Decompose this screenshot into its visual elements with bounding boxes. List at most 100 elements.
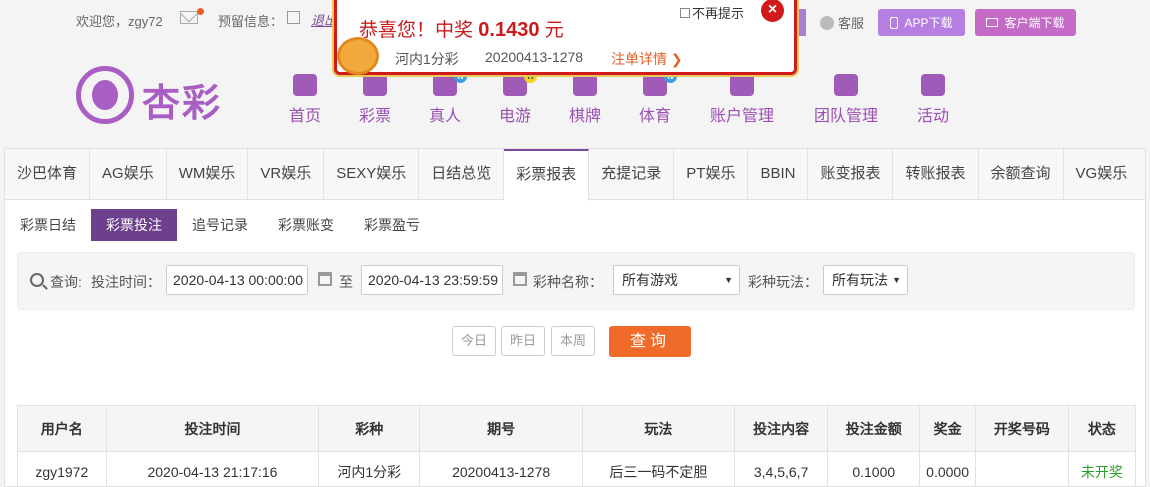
nav-item-sports[interactable]: N 体育 xyxy=(633,70,677,126)
nav-item-egame[interactable]: H 电游 xyxy=(493,70,537,126)
subtab-lottery-daily[interactable]: 彩票日结 xyxy=(5,209,91,241)
home-icon xyxy=(293,74,317,96)
content-panel: 沙巴体育 AG娱乐 WM娱乐 VR娱乐 SEXY娱乐 日结总览 彩票报表 充提记… xyxy=(4,148,1146,487)
subtab-lottery-bets[interactable]: 彩票投注 xyxy=(91,209,177,241)
cell-username: zgy1972 xyxy=(17,451,107,487)
popup-currency: 元 xyxy=(544,20,564,41)
app-download-button[interactable]: APP下载 xyxy=(878,9,965,36)
bets-table: 用户名 投注时间 彩种 期号 玩法 投注内容 投注金额 奖金 开奖号码 状态 z… xyxy=(17,405,1137,487)
play-type-select[interactable]: 所有玩法 ▼ xyxy=(823,265,908,295)
calendar-icon[interactable] xyxy=(318,272,332,286)
tab-account-change[interactable]: 账变报表 xyxy=(808,149,894,200)
chevron-down-icon: ▼ xyxy=(892,275,901,285)
calendar-icon[interactable] xyxy=(513,272,527,286)
win-notification-popup: 恭喜您！中奖 0.1430 元 河内1分彩 20200413-1278 注单详情… xyxy=(334,0,797,75)
popup-bet-detail-link[interactable]: 注单详情 ❯ xyxy=(611,49,683,69)
tab-saba-sports[interactable]: 沙巴体育 xyxy=(5,149,91,200)
gift-icon xyxy=(921,74,945,96)
popup-game-name: 河内1分彩 xyxy=(395,51,459,67)
report-tabs: 沙巴体育 AG娱乐 WM娱乐 VR娱乐 SEXY娱乐 日结总览 彩票报表 充提记… xyxy=(5,149,1145,201)
tab-sexy[interactable]: SEXY娱乐 xyxy=(324,149,420,200)
nav-label: 棋牌 xyxy=(568,108,601,125)
col-content: 投注内容 xyxy=(733,405,829,452)
site-logo[interactable]: 杏彩 xyxy=(76,66,236,128)
client-download-label: 客户端下载 xyxy=(1004,16,1065,30)
query-button[interactable]: 查询 xyxy=(609,326,691,357)
welcome-text: 欢迎您，zgy72 xyxy=(76,14,163,29)
col-play: 玩法 xyxy=(582,405,735,452)
search-icon xyxy=(30,273,44,287)
nav-item-team[interactable]: 团队管理 xyxy=(808,74,884,126)
account-icon xyxy=(730,74,754,96)
tab-pt[interactable]: PT娱乐 xyxy=(674,149,749,200)
start-time-input[interactable]: 2020-04-13 00:00:00 xyxy=(166,265,308,295)
subtab-chase-records[interactable]: 追号记录 xyxy=(177,209,263,241)
cell-lottery: 河内1分彩 xyxy=(318,451,421,487)
tab-wm[interactable]: WM娱乐 xyxy=(167,149,249,200)
no-remind-checkbox[interactable]: 不再提示 xyxy=(680,3,744,22)
game-select[interactable]: 所有游戏 ▼ xyxy=(613,265,740,295)
tab-deposit-withdraw[interactable]: 充提记录 xyxy=(589,149,675,200)
col-bet-time: 投注时间 xyxy=(105,405,320,452)
tab-vg[interactable]: VG娱乐 xyxy=(1064,149,1140,200)
nav-label: 活动 xyxy=(916,108,949,125)
headset-icon xyxy=(820,15,834,30)
game-name-label: 彩种名称： xyxy=(533,274,603,290)
today-button[interactable]: 今日 xyxy=(452,326,496,356)
tab-lottery-report[interactable]: 彩票报表 xyxy=(504,149,590,201)
subtab-lottery-account-change[interactable]: 彩票账变 xyxy=(263,209,349,241)
nav-item-chess[interactable]: 棋牌 xyxy=(563,74,607,126)
logo-emblem xyxy=(76,66,134,124)
play-type-label: 彩种玩法： xyxy=(748,274,818,290)
to-label: 至 xyxy=(339,274,353,290)
nav-item-lottery[interactable]: 彩票 xyxy=(353,74,397,126)
filter-bar: 查询: 投注时间： 2020-04-13 00:00:00 至 2020-04-… xyxy=(17,252,1135,310)
cards-icon xyxy=(573,74,597,96)
col-prize: 奖金 xyxy=(919,405,977,452)
popup-win-amount: 0.1430 xyxy=(478,19,540,41)
table-row[interactable]: zgy1972 2020-04-13 21:17:16 河内1分彩 202004… xyxy=(17,451,1137,487)
customer-service-label: 客服 xyxy=(838,16,865,31)
live-icon: N xyxy=(433,70,467,96)
cell-amount: 0.1000 xyxy=(827,451,921,487)
logo-text: 杏彩 xyxy=(142,80,223,125)
game-select-value: 所有游戏 xyxy=(622,272,678,288)
lottery-icon xyxy=(363,74,387,96)
tab-daily-overview[interactable]: 日结总览 xyxy=(419,149,505,200)
phone-icon xyxy=(890,16,899,29)
no-remind-label: 不再提示 xyxy=(692,6,745,21)
nav-label: 体育 xyxy=(638,108,671,125)
checkbox-box[interactable] xyxy=(680,7,690,18)
subtab-lottery-profit[interactable]: 彩票盈亏 xyxy=(349,209,435,241)
nav-item-home[interactable]: 首页 xyxy=(283,74,327,126)
col-draw-number: 开奖号码 xyxy=(975,405,1069,452)
col-amount: 投注金额 xyxy=(827,405,921,452)
client-download-button[interactable]: 客户端下载 xyxy=(975,9,1076,36)
customer-service-link[interactable]: 客服 xyxy=(820,13,864,32)
mail-icon[interactable] xyxy=(180,11,198,24)
nav-item-activity[interactable]: 活动 xyxy=(911,74,955,126)
trophy-icon: N xyxy=(643,70,677,96)
end-time-input[interactable]: 2020-04-13 23:59:59 xyxy=(361,265,503,295)
nav-item-live[interactable]: N 真人 xyxy=(423,70,467,126)
yesterday-button[interactable]: 昨日 xyxy=(501,326,545,356)
this-week-button[interactable]: 本周 xyxy=(551,326,595,356)
nav-label: 账户管理 xyxy=(709,108,774,125)
desktop-icon xyxy=(986,18,999,27)
cell-draw-number xyxy=(975,451,1069,487)
col-username: 用户名 xyxy=(17,405,107,452)
tab-balance-query[interactable]: 余额查询 xyxy=(979,149,1064,200)
tab-bbin[interactable]: BBIN xyxy=(748,149,809,200)
gamepad-icon: H xyxy=(503,70,537,96)
close-icon[interactable]: × xyxy=(761,0,784,22)
nav-item-account[interactable]: 账户管理 xyxy=(704,74,780,126)
edit-icon[interactable] xyxy=(287,11,300,24)
reserved-info-label: 预留信息： xyxy=(218,14,284,29)
tab-ag[interactable]: AG娱乐 xyxy=(90,149,167,200)
tab-vr[interactable]: VR娱乐 xyxy=(248,149,325,200)
col-issue: 期号 xyxy=(419,405,584,452)
popup-title: 恭喜您！中奖 0.1430 元 xyxy=(359,15,564,42)
chevron-down-icon: ▼ xyxy=(724,275,733,285)
nav-label: 彩票 xyxy=(358,108,391,125)
tab-transfer-report[interactable]: 转账报表 xyxy=(893,149,979,200)
